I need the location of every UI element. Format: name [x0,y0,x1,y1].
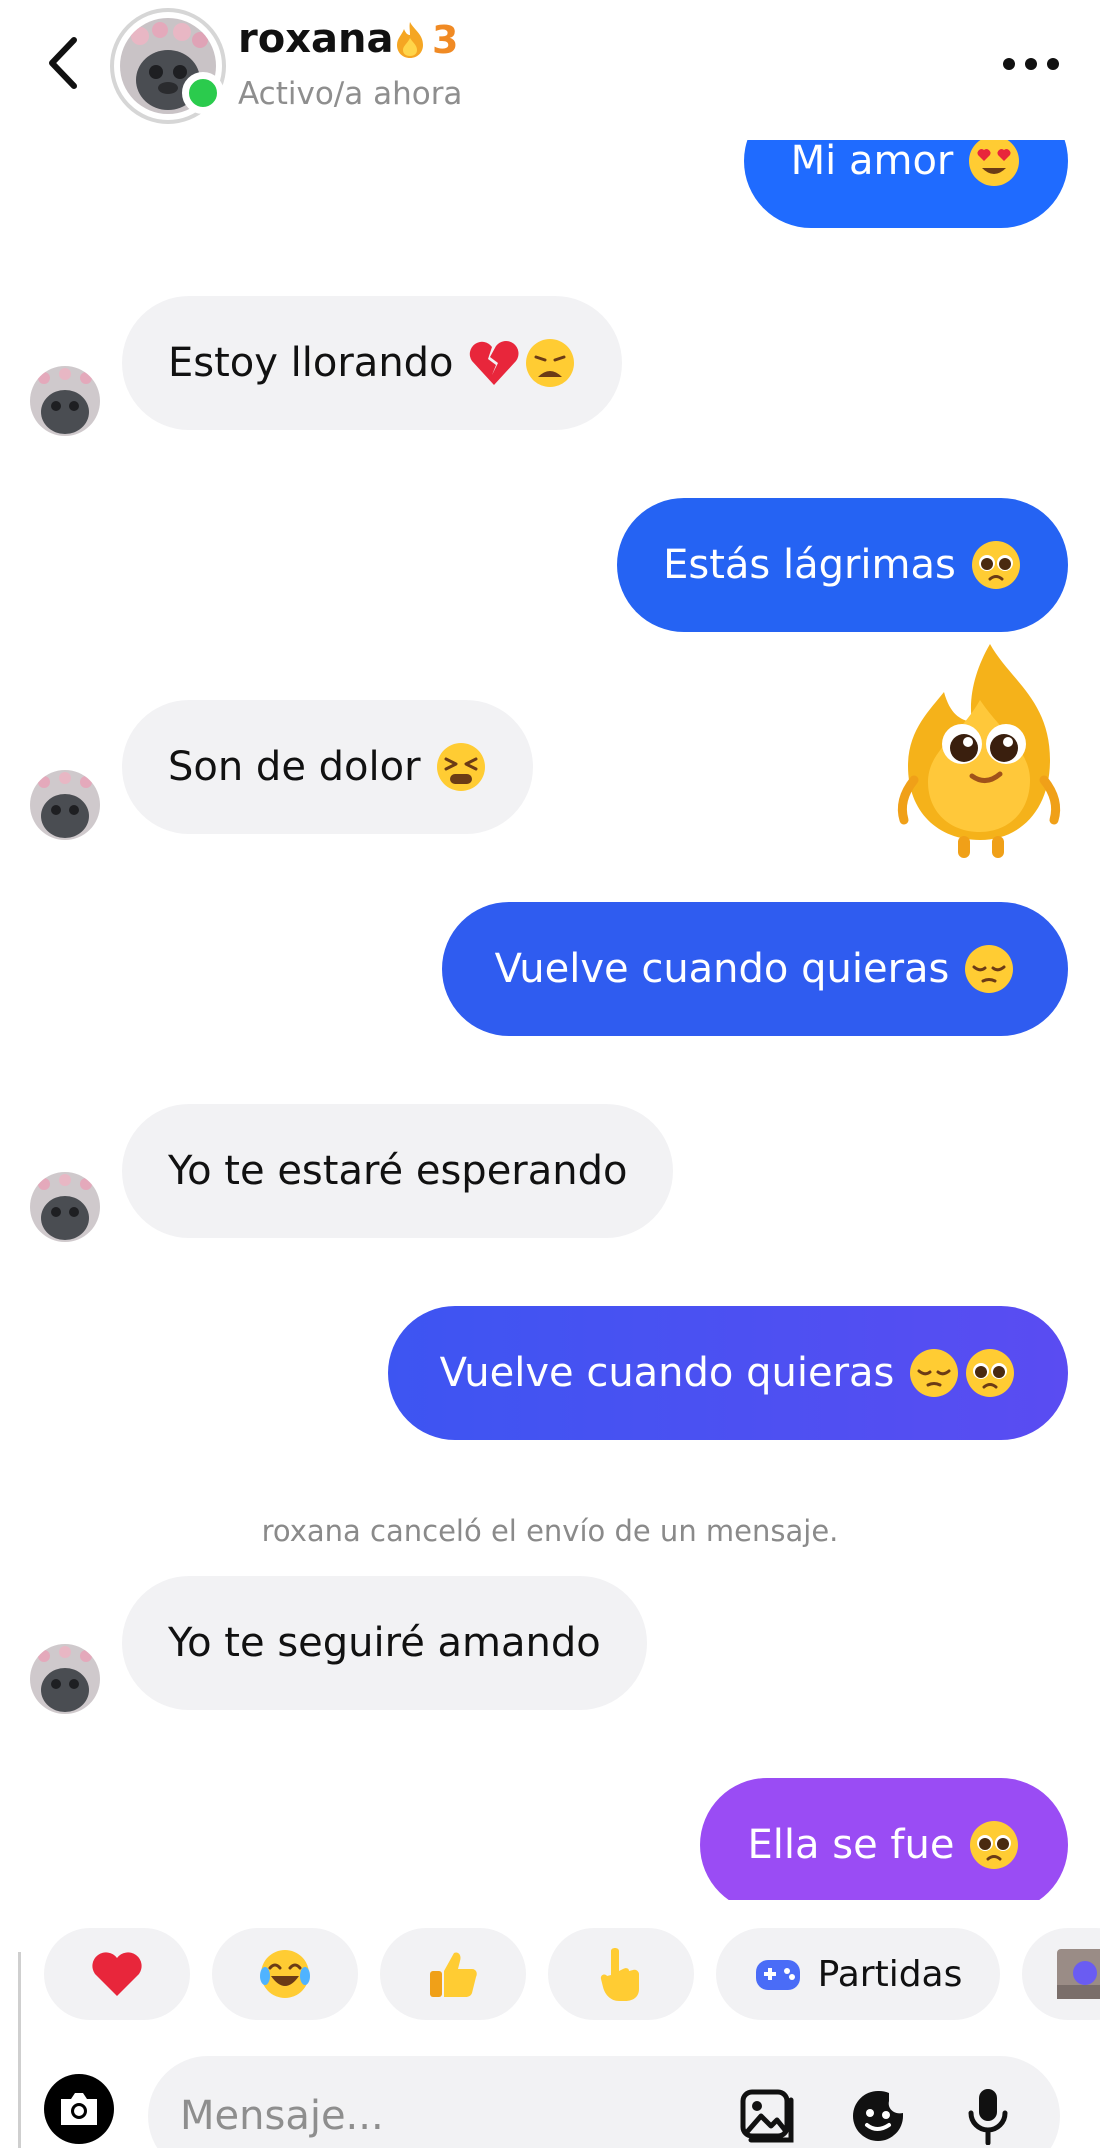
pleading-face-emoji-icon [971,541,1020,589]
online-indicator [182,72,224,114]
message-bubble-outgoing[interactable]: Vuelve cuando quieras [442,902,1068,1036]
weary-face-emoji-icon [525,339,574,387]
gallery-button[interactable] [738,2086,798,2146]
pensive-face-emoji-icon [965,945,1014,993]
sticker-icon [853,2090,903,2141]
heart-icon [92,1952,142,1996]
flame-character-sticker[interactable] [880,640,1080,860]
sender-avatar[interactable] [30,366,100,436]
message-text: Ella se fue [747,1822,955,1868]
back-button[interactable] [38,30,88,96]
message-bubble-incoming[interactable]: Estoy llorando [122,296,622,430]
contact-name[interactable]: roxana [238,16,393,62]
message-composer [148,2056,1060,2148]
message-bubble-outgoing[interactable]: Vuelve cuando quieras [388,1306,1068,1440]
message-text: Vuelve cuando quieras [494,946,950,992]
chevron-left-icon [49,37,77,89]
message-text: Estás lágrimas [663,542,956,588]
games-label: Partidas [817,1953,963,1995]
voice-message-button[interactable] [958,2086,1018,2146]
quick-reaction-photo[interactable] [1022,1928,1100,2020]
games-button[interactable]: Partidas [716,1928,1000,2020]
message-text: Estoy llorando [168,340,454,386]
message-text: Yo te estaré esperando [168,1148,628,1194]
more-options-button[interactable] [998,36,1064,92]
gallery-icon [740,2089,794,2143]
pleading-face-emoji-icon [966,1349,1015,1397]
heart-eyes-emoji-icon [969,140,1020,186]
message-input[interactable] [180,2074,700,2148]
broken-heart-emoji-icon [469,341,519,385]
pointing-hand-icon [600,1948,639,2001]
tired-face-emoji-icon [436,743,485,791]
camera-icon [61,2093,97,2125]
quick-reaction-point[interactable] [548,1928,694,2020]
sender-avatar[interactable] [30,1172,100,1242]
message-text: Son de dolor [168,744,421,790]
microphone-icon [968,2089,1008,2145]
message-thread[interactable]: Mi amor Estoy llorando Estás lágrimas So… [0,140,1100,1900]
camera-button[interactable] [44,2074,114,2144]
quick-reaction-laugh[interactable] [212,1928,358,2020]
thumbs-up-icon [430,1952,477,1997]
quick-reaction-heart[interactable] [44,1928,190,2020]
tears-of-joy-icon [260,1950,310,1998]
sender-avatar[interactable] [30,770,100,840]
more-dots-icon [1003,58,1059,70]
message-text: Mi amor [790,140,954,184]
photo-thumbnail-icon [1057,1949,1100,1999]
pleading-face-emoji-icon [970,1821,1019,1869]
message-bubble-outgoing[interactable]: Ella se fue [700,1778,1068,1900]
message-text: Vuelve cuando quieras [439,1350,895,1396]
message-bubble-incoming[interactable]: Yo te estaré esperando [122,1104,674,1238]
message-bubble-incoming[interactable]: Yo te seguiré amando [122,1576,647,1710]
pensive-face-emoji-icon [910,1349,959,1397]
sticker-button[interactable] [848,2086,908,2146]
streak-count: 3 [432,18,459,62]
unsent-message-notice: roxana canceló el envío de un mensaje. [261,1514,839,1548]
fire-icon [397,22,423,58]
streak-badge: 3 [394,18,458,62]
message-bubble-outgoing[interactable]: Mi amor [744,140,1068,228]
gamepad-icon [755,1960,800,1990]
chat-header: roxana 3 Activo/a ahora [0,0,1100,140]
message-bubble-incoming[interactable]: Son de dolor [122,700,533,834]
quick-reaction-thumbs-up[interactable] [380,1928,526,2020]
sender-avatar[interactable] [30,1644,100,1714]
activity-status: Activo/a ahora [238,76,463,112]
message-text: Yo te seguiré amando [168,1620,601,1666]
header-avatar[interactable] [110,8,226,124]
message-bubble-outgoing[interactable]: Estás lágrimas [617,498,1068,632]
quick-reactions-bar: Partidas [0,1928,1100,2022]
